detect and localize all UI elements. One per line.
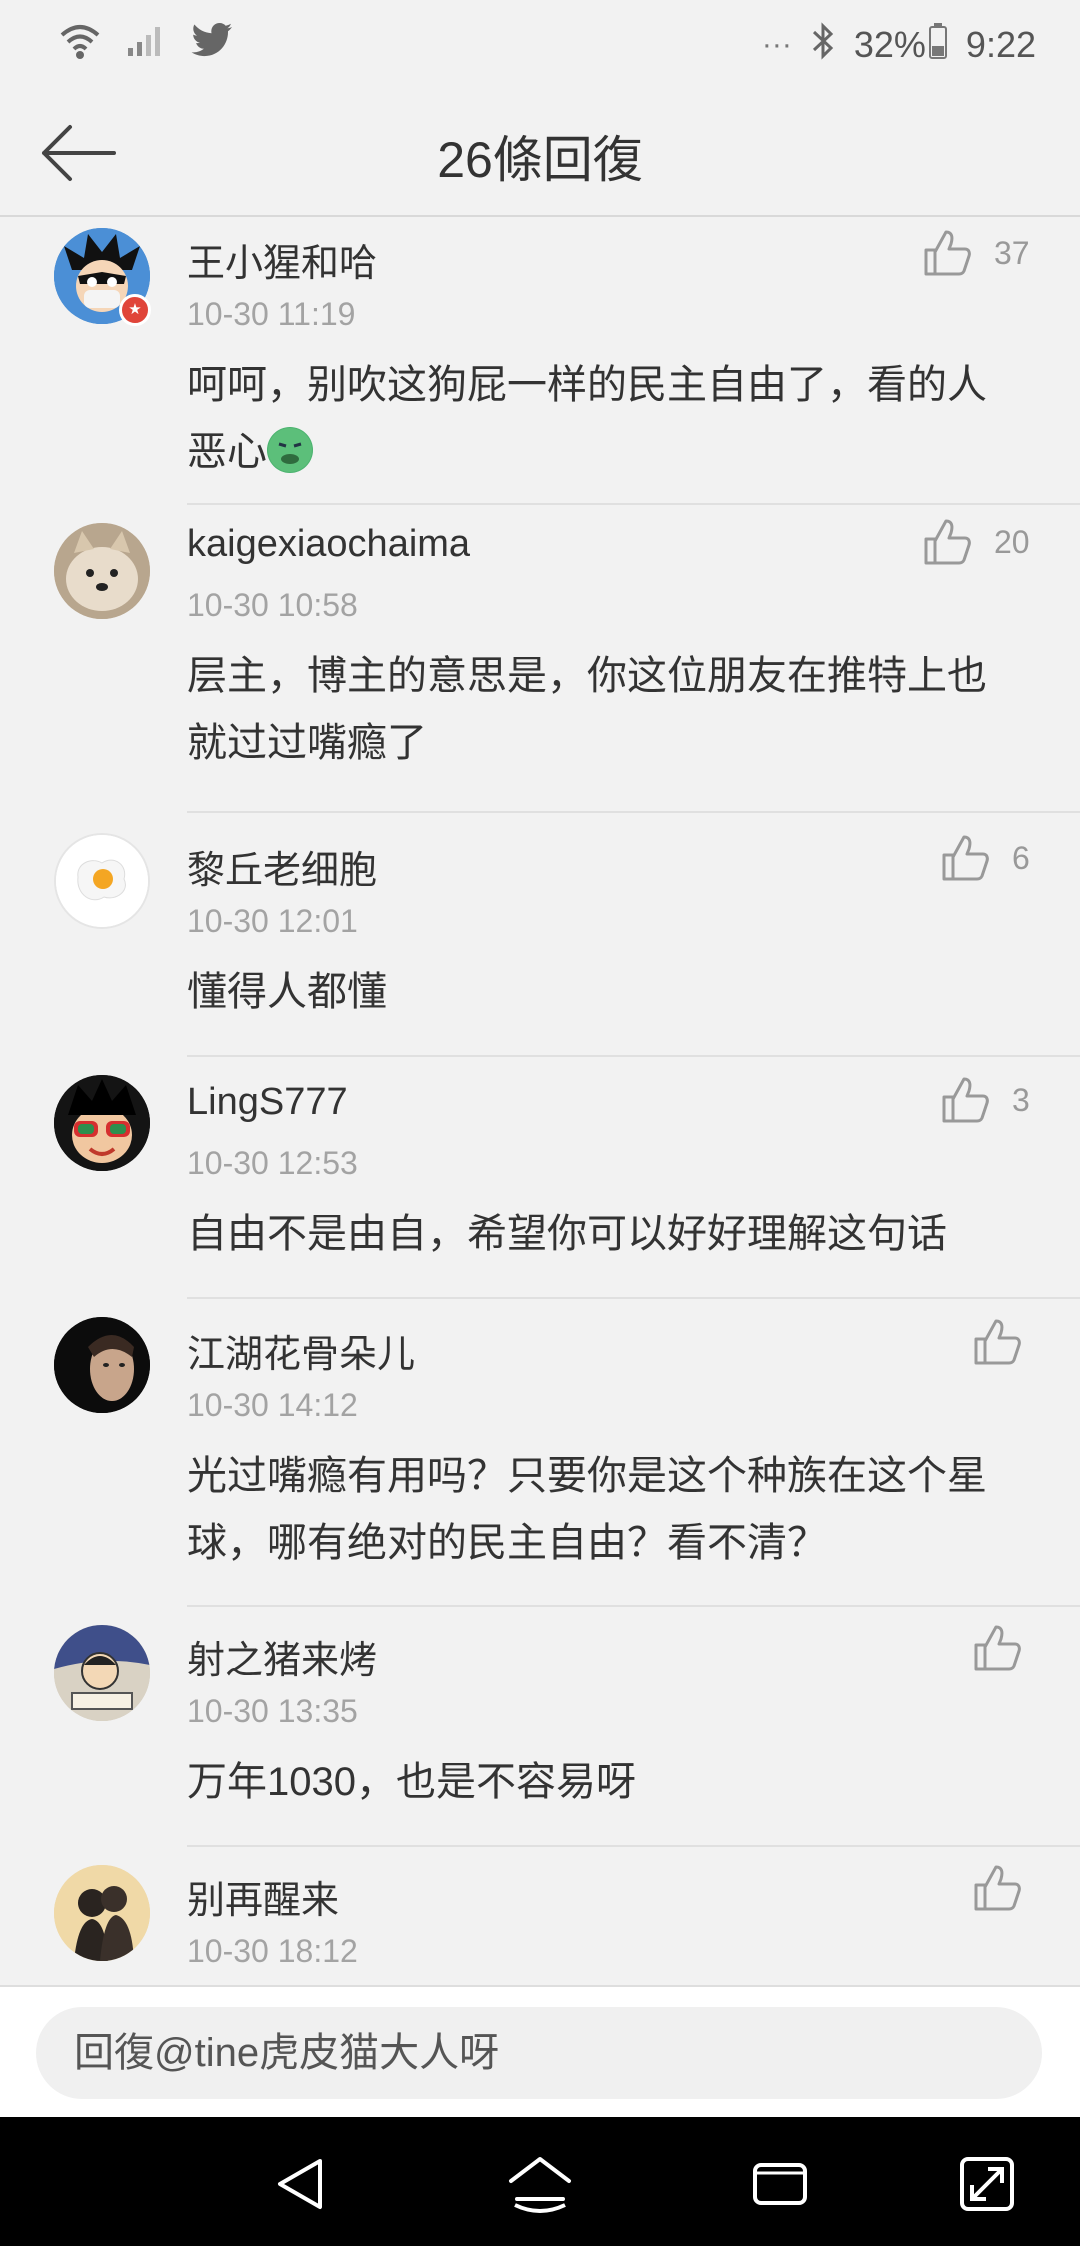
thumbs-up-icon — [924, 519, 971, 565]
like-count: 3 — [1012, 1081, 1030, 1118]
thumbs-up-icon — [974, 1319, 1021, 1365]
comment-text: 万年1030，也是不容易呀 — [187, 1760, 636, 1804]
anime-sunglasses-avatar — [54, 1075, 150, 1171]
comment-text: 懂得人都懂 — [187, 970, 387, 1014]
comment-time: 10-30 10:58 — [187, 587, 358, 623]
like-button[interactable]: 20 — [922, 517, 1030, 567]
portrait-man-avatar — [54, 1317, 150, 1413]
comment-avatar[interactable] — [54, 523, 150, 619]
wifi-icon — [58, 21, 102, 70]
nav-recents-button[interactable] — [745, 2149, 815, 2219]
comment-author[interactable]: 黎丘老细胞 — [187, 839, 377, 894]
thumbs-up-icon — [942, 835, 989, 881]
twitter-bird-icon — [190, 22, 234, 69]
recents-icon — [753, 2163, 807, 2205]
comment-text-line: 呵呵，别吹这狗屁一样的民主自由了，看的人 — [187, 363, 987, 407]
comment-avatar[interactable] — [54, 1865, 150, 1961]
nav-back-button[interactable] — [266, 2149, 336, 2219]
comment-time: 10-30 18:12 — [187, 1933, 358, 1969]
nav-screen-expand-button[interactable] — [952, 2149, 1022, 2219]
comment-text: 光过嘴瘾有用吗？只要你是这个种族在这个星 球，哪有绝对的民主自由？看不清？ — [187, 1443, 1037, 1577]
comment-text-line: 球，哪有绝对的民主自由？看不清？ — [187, 1521, 827, 1565]
like-button[interactable]: 3 — [940, 1075, 1030, 1125]
comment-text-line: 恶心 — [187, 430, 267, 474]
comment-time: 10-30 13:35 — [187, 1693, 358, 1729]
like-button[interactable]: 37 — [922, 228, 1030, 278]
comment-time: 10-30 11:19 — [187, 296, 356, 332]
like-button[interactable] — [972, 1623, 1022, 1673]
comment-author[interactable]: 别再醒来 — [187, 1869, 339, 1924]
status-bar: ··· 32% 9:22 — [0, 0, 1080, 90]
bluetooth-icon — [810, 21, 836, 70]
comment-author[interactable]: 王小猩和哈 — [187, 232, 377, 287]
comment-text-line-2: 恶心 — [187, 419, 1037, 486]
comment-text-line: 光过嘴瘾有用吗？只要你是这个种族在这个星 — [187, 1454, 987, 1498]
like-count: 6 — [1012, 839, 1030, 876]
comment-time: 10-30 12:01 — [187, 903, 358, 939]
cartoon-reading-avatar — [54, 1625, 150, 1721]
like-button[interactable] — [972, 1317, 1022, 1367]
home-icon — [509, 2157, 571, 2213]
header: 26條回復 — [0, 90, 1080, 217]
comment-author[interactable]: 射之猪来烤 — [187, 1629, 377, 1684]
thumbs-up-icon — [974, 1865, 1021, 1911]
divider — [187, 811, 1080, 813]
comment-avatar[interactable] — [54, 1075, 150, 1171]
comment-time: 10-30 14:12 — [187, 1387, 358, 1423]
comment-text-line: 就过过嘴瘾了 — [187, 721, 427, 765]
like-button[interactable] — [972, 1863, 1022, 1913]
divider — [187, 503, 1080, 505]
comment-text: 自由不是由自，希望你可以好好理解这句话 — [187, 1212, 947, 1256]
status-left — [58, 21, 234, 70]
comment-avatar[interactable] — [54, 833, 150, 929]
comment-text: 层主，博主的意思是，你这位朋友在推特上也 就过过嘴瘾了 — [187, 643, 1037, 777]
divider — [187, 1845, 1080, 1847]
divider — [187, 1605, 1080, 1607]
couple-silhouette-avatar — [54, 1865, 150, 1961]
clock: 9:22 — [965, 24, 1036, 65]
triangle-back-icon — [278, 2159, 322, 2209]
comment-author[interactable]: kaigexiaochaima — [187, 523, 470, 566]
like-count: 37 — [994, 234, 1030, 271]
status-right: ··· 32% 9:22 — [762, 21, 1036, 70]
comment-list[interactable]: ★ 王小猩和哈 10-30 11:19 37 呵呵，别吹这狗屁一样的民主自由了，… — [0, 218, 1080, 1985]
comment-author[interactable]: LingS777 — [187, 1081, 348, 1124]
expand-screen-icon — [960, 2157, 1014, 2211]
battery-group: 32% — [854, 22, 948, 69]
comment-avatar[interactable] — [54, 1625, 150, 1721]
battery-percent: 32% — [853, 24, 926, 65]
nav-home-button[interactable] — [505, 2149, 575, 2219]
thumbs-up-icon — [924, 230, 971, 276]
signal-icon — [126, 24, 166, 67]
page-title: 26條回復 — [437, 132, 643, 188]
like-count: 20 — [994, 523, 1030, 560]
comment-author[interactable]: 江湖花骨朵儿 — [187, 1323, 415, 1378]
reply-bar: 回復@tine虎皮猫大人呀 — [0, 1985, 1080, 2117]
like-button[interactable]: 6 — [940, 833, 1030, 883]
comment-text: 呵呵，别吹这狗屁一样的民主自由了，看的人 恶心 — [187, 352, 1037, 486]
divider — [187, 1055, 1080, 1057]
comment-time: 10-30 12:53 — [187, 1145, 358, 1181]
shiba-puppy-avatar — [54, 523, 150, 619]
sick-face-emoji-icon — [267, 427, 313, 473]
divider — [187, 1297, 1080, 1299]
battery-icon — [928, 22, 948, 69]
status-dots: ··· — [761, 28, 792, 61]
comment-avatar[interactable] — [54, 1317, 150, 1413]
star-badge-icon: ★ — [119, 294, 151, 326]
thumbs-up-icon — [942, 1077, 989, 1123]
reply-input[interactable]: 回復@tine虎皮猫大人呀 — [36, 2007, 1042, 2099]
navigation-bar — [0, 2117, 1080, 2246]
fried-egg-avatar — [56, 835, 148, 927]
thumbs-up-icon — [974, 1625, 1021, 1671]
comment-text-line: 层主，博主的意思是，你这位朋友在推特上也 — [187, 654, 987, 698]
